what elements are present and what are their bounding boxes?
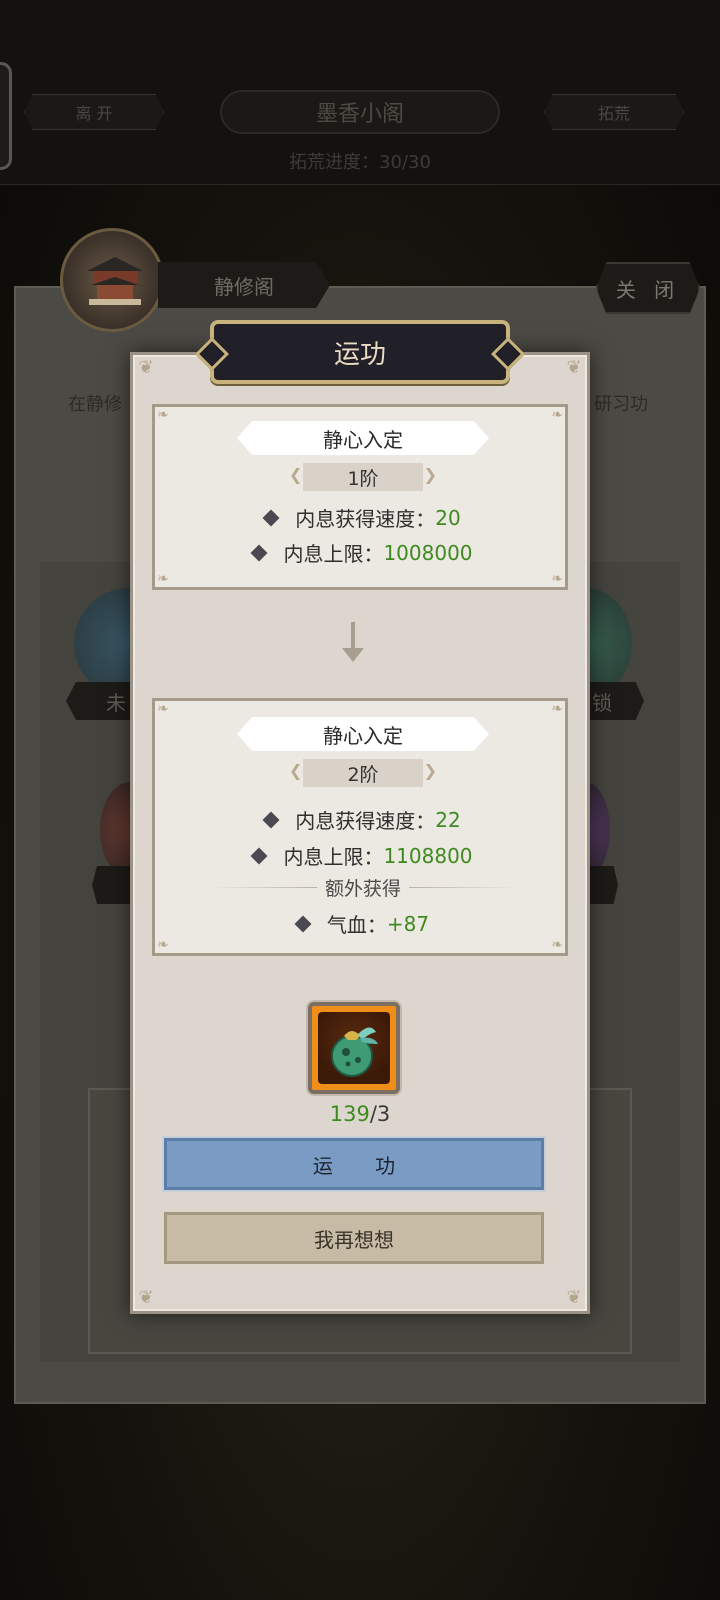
stat-value: +87 xyxy=(386,911,430,936)
ornament-corner: ❦ xyxy=(138,357,154,378)
stat-label: 内息上限： xyxy=(283,845,384,869)
stat-label: 内息获得速度： xyxy=(295,809,436,833)
stat-label: 内息获得速度： xyxy=(295,507,436,531)
stat-value: 22 xyxy=(435,807,461,832)
stat-row: 内息上限： 1108800 xyxy=(155,841,571,870)
stat-label: 气血： xyxy=(326,913,387,937)
location-title: 墨香小阁 xyxy=(220,90,500,134)
item-required-count: /3 xyxy=(369,1102,391,1126)
skill-name: 静心入定 xyxy=(237,421,489,455)
stat-value: 20 xyxy=(435,505,461,530)
ornament-corner: ❧ xyxy=(157,937,169,953)
ornament-corner: ❧ xyxy=(551,937,563,953)
diamond-bullet-icon xyxy=(262,811,280,828)
diamond-bullet-icon xyxy=(250,847,268,864)
ornament-corner: ❧ xyxy=(157,571,169,587)
divider-line xyxy=(409,886,518,888)
jade-pouch-icon xyxy=(331,1027,378,1077)
hall-name-tab: 静修阁 xyxy=(158,262,330,308)
skill-name: 静心入定 xyxy=(237,717,489,751)
cost-item-slot[interactable] xyxy=(308,1002,400,1094)
item-owned-count: 139 xyxy=(329,1102,370,1126)
reconsider-button[interactable]: 我再想想 xyxy=(164,1212,544,1264)
divider-line xyxy=(209,886,317,888)
diamond-bullet-icon xyxy=(294,915,312,932)
current-stage-card: ❧ ❧ ❧ ❧ 静心入定 1阶 内息获得速度： 20 内息上限： 1008000 xyxy=(152,404,568,590)
stat-row: 内息上限： 1008000 xyxy=(155,538,571,567)
ornament-corner: ❦ xyxy=(138,1287,154,1308)
cultivate-button[interactable]: 运 功 xyxy=(164,1138,544,1190)
ornament-corner: ❧ xyxy=(551,407,563,423)
extra-rewards-divider: 额外获得 xyxy=(201,875,525,900)
skill-level: 2阶 xyxy=(289,759,437,787)
pavilion-icon xyxy=(87,257,143,305)
cost-item-count: 139/3 xyxy=(300,1102,420,1126)
skill-level: 1阶 xyxy=(289,463,437,491)
explore-progress: 拓荒进度：30/30 xyxy=(289,152,431,173)
next-stage-card: ❧ ❧ ❧ ❧ 静心入定 2阶 内息获得速度： 22 内息上限： 1108800… xyxy=(152,698,568,956)
explore-button[interactable]: 拓荒 xyxy=(544,94,684,130)
stat-label: 内息上限： xyxy=(283,542,384,566)
stat-row: 内息获得速度： 20 xyxy=(155,503,571,532)
hall-description-left: 在静修 xyxy=(68,394,122,415)
diamond-bullet-icon xyxy=(250,544,268,561)
ornament-corner: ❧ xyxy=(157,701,169,717)
ornament-corner: ❦ xyxy=(566,357,582,378)
ornament-corner: ❧ xyxy=(551,571,563,587)
stat-row: 内息获得速度： 22 xyxy=(155,805,571,834)
game-screen: { "top": { "leave_label": "离 开", "locati… xyxy=(0,0,720,1600)
ornament-corner: ❦ xyxy=(566,1287,582,1308)
stat-value: 1108800 xyxy=(383,843,473,868)
hall-building-icon xyxy=(60,228,164,332)
extra-rewards-title: 额外获得 xyxy=(325,877,402,900)
leave-button[interactable]: 离 开 xyxy=(24,94,164,130)
dialog-title: 运功 xyxy=(210,320,510,384)
ornament-corner: ❧ xyxy=(157,407,169,423)
hall-description-right: 研习功 xyxy=(594,394,648,415)
diamond-bullet-icon xyxy=(262,509,280,526)
close-button[interactable]: 关 闭 xyxy=(596,262,700,314)
ornament-corner: ❧ xyxy=(551,701,563,717)
stat-row: 气血： +87 xyxy=(155,909,571,938)
cost-item-background xyxy=(318,1012,390,1084)
stat-value: 1008000 xyxy=(383,540,473,565)
down-arrow-icon xyxy=(342,622,364,662)
